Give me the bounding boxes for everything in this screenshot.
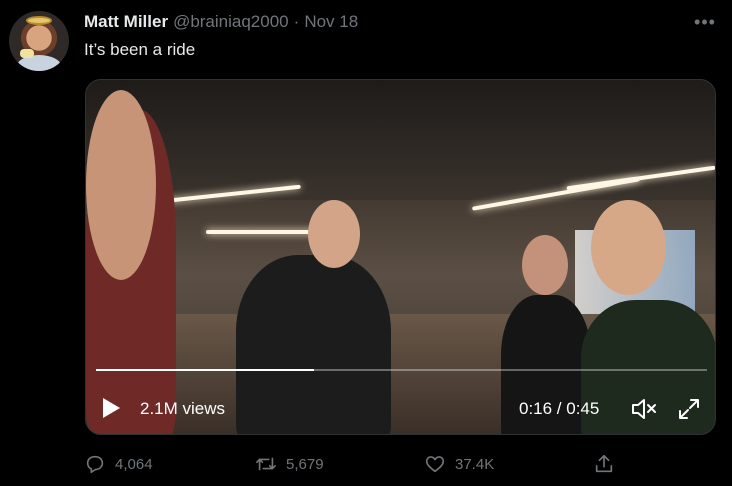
share-icon: [595, 454, 613, 473]
retweet-count: 5,679: [286, 455, 324, 473]
play-icon[interactable]: [103, 398, 120, 418]
video-person-head: [591, 200, 666, 295]
tweet-header: Matt Miller @brainiaq2000 · Nov 18: [84, 12, 358, 32]
retweet-icon: [256, 457, 276, 471]
reply-count: 4,064: [115, 455, 153, 473]
retweet-button[interactable]: 5,679: [255, 450, 324, 478]
video-frame-light: [206, 230, 316, 234]
reply-button[interactable]: 4,064: [84, 450, 153, 478]
video-person-head: [522, 235, 568, 295]
author-name[interactable]: Matt Miller: [84, 12, 168, 32]
avatar-snack: [20, 49, 34, 58]
like-button[interactable]: 37.4K: [424, 450, 494, 478]
more-horizontal-icon[interactable]: •••: [694, 12, 716, 32]
like-count: 37.4K: [455, 455, 495, 473]
video-timestamp: 0:16 / 0:45: [519, 399, 600, 418]
video-player[interactable]: 2.1M views 0:16 / 0:45: [85, 79, 716, 435]
video-person-head: [86, 90, 156, 280]
reply-icon: [86, 455, 104, 474]
tweet-action-bar: 4,064 5,679 37.4K: [84, 450, 624, 478]
tweet-text: It’s been a ride: [84, 40, 196, 59]
separator-dot: ·: [293, 12, 300, 31]
fullscreen-icon[interactable]: [677, 397, 701, 421]
author-handle[interactable]: @brainiaq2000: [173, 12, 289, 32]
tweet-date[interactable]: Nov 18: [304, 12, 358, 32]
avatar[interactable]: [9, 11, 69, 71]
volume-muted-icon[interactable]: [631, 398, 657, 420]
avatar-halo: [26, 16, 52, 25]
heart-icon: [425, 456, 445, 473]
share-button[interactable]: [593, 450, 624, 478]
view-count: 2.1M views: [140, 399, 226, 418]
video-person-head: [308, 200, 360, 268]
video-progress-bar[interactable]: [96, 369, 707, 371]
video-progress-fill: [96, 369, 314, 371]
video-controls: 2.1M views 0:16 / 0:45: [86, 385, 715, 425]
